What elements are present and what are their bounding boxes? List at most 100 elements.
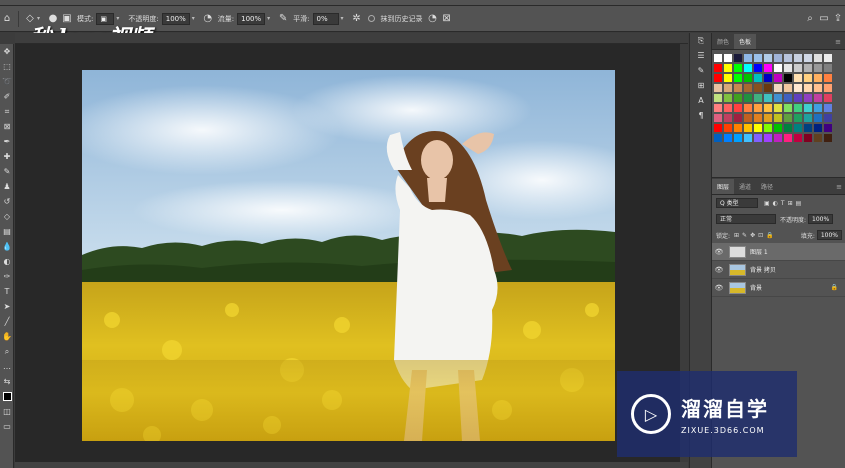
color-swatch[interactable]	[814, 54, 822, 62]
color-swatch[interactable]	[754, 124, 762, 132]
color-swatch[interactable]	[804, 134, 812, 142]
color-swatch[interactable]	[784, 94, 792, 102]
tab-channels[interactable]: 通道	[734, 179, 756, 194]
color-swatch[interactable]	[744, 84, 752, 92]
color-swatch[interactable]	[764, 124, 772, 132]
stamp-tool-icon[interactable]: ♟	[0, 179, 14, 194]
color-swatch[interactable]	[724, 64, 732, 72]
panel-menu-icon[interactable]: ≡	[831, 35, 845, 49]
color-swatch[interactable]	[714, 134, 722, 142]
color-swatch[interactable]	[804, 94, 812, 102]
history-panel-icon[interactable]: ⎘	[690, 33, 712, 48]
lock-icons[interactable]: ⊞✎✥⊡🔒	[734, 232, 777, 239]
chevron-down-icon[interactable]: ▾	[192, 15, 195, 22]
color-swatch[interactable]	[794, 114, 802, 122]
line-tool-icon[interactable]: ╱	[0, 314, 14, 329]
color-swatch[interactable]	[804, 104, 812, 112]
color-swatch[interactable]	[794, 134, 802, 142]
chevron-down-icon[interactable]: ▾	[341, 15, 344, 22]
color-swatch[interactable]	[734, 134, 742, 142]
color-swatch[interactable]	[744, 124, 752, 132]
fill-field[interactable]: 100%	[816, 230, 842, 240]
type-tool-icon[interactable]: T	[0, 284, 14, 299]
color-swatch[interactable]	[814, 84, 822, 92]
brush-panel-icon[interactable]: ✎	[690, 63, 712, 78]
color-swatch[interactable]	[824, 104, 832, 112]
color-swatch[interactable]	[764, 54, 772, 62]
color-swatch[interactable]	[734, 94, 742, 102]
color-swatch[interactable]	[774, 134, 782, 142]
color-swatch[interactable]	[814, 114, 822, 122]
color-swatch[interactable]	[744, 64, 752, 72]
flow-field[interactable]: 100%	[237, 12, 266, 25]
color-swatch[interactable]	[804, 74, 812, 82]
color-swatch[interactable]	[724, 84, 732, 92]
color-swatch[interactable]	[814, 104, 822, 112]
color-swatch[interactable]	[744, 134, 752, 142]
color-swatch[interactable]	[754, 74, 762, 82]
color-swatch[interactable]	[714, 54, 722, 62]
color-swatch[interactable]	[754, 54, 762, 62]
color-swatch[interactable]	[824, 74, 832, 82]
color-swatch[interactable]	[784, 84, 792, 92]
move-tool-icon[interactable]: ✥	[0, 44, 14, 59]
adjust-panel-icon[interactable]: ⊞	[690, 78, 712, 93]
color-swatch-icon[interactable]	[0, 389, 14, 404]
blend-mode-select[interactable]: 正常	[716, 214, 776, 224]
canvas-photo[interactable]	[82, 70, 615, 441]
pressure-size-icon[interactable]: ◔	[426, 12, 440, 26]
color-swatch[interactable]	[754, 84, 762, 92]
color-swatch[interactable]	[794, 64, 802, 72]
path-select-tool-icon[interactable]: ➤	[0, 299, 14, 314]
color-swatch[interactable]	[724, 134, 732, 142]
erase-to-history-checkbox[interactable]	[367, 15, 375, 22]
color-swatch[interactable]	[724, 54, 732, 62]
color-swatch[interactable]	[814, 64, 822, 72]
dodge-tool-icon[interactable]: ◐	[0, 254, 14, 269]
color-swatch[interactable]	[744, 54, 752, 62]
color-swatch[interactable]	[724, 94, 732, 102]
workspace-icon[interactable]: ▭	[817, 12, 831, 26]
color-swatch[interactable]	[804, 54, 812, 62]
color-swatch[interactable]	[824, 54, 832, 62]
color-swatch[interactable]	[814, 94, 822, 102]
layer-row[interactable]: 👁 背景 拷贝	[712, 261, 845, 279]
blur-tool-icon[interactable]: 💧	[0, 239, 14, 254]
color-swatch[interactable]	[724, 104, 732, 112]
color-swatch[interactable]	[794, 74, 802, 82]
color-swatch[interactable]	[714, 124, 722, 132]
eye-icon[interactable]: 👁	[712, 284, 726, 292]
healing-tool-icon[interactable]: ✚	[0, 149, 14, 164]
color-swatch[interactable]	[714, 84, 722, 92]
color-swatch[interactable]	[794, 84, 802, 92]
color-swatch[interactable]	[804, 124, 812, 132]
color-swatch[interactable]	[714, 104, 722, 112]
eye-icon[interactable]: 👁	[712, 266, 726, 274]
color-swatch[interactable]	[794, 54, 802, 62]
color-swatch[interactable]	[714, 94, 722, 102]
color-swatch[interactable]	[774, 94, 782, 102]
home-icon[interactable]: ⌂	[0, 12, 14, 26]
quick-mask-icon[interactable]: ◫	[0, 404, 14, 419]
color-swatch[interactable]	[744, 114, 752, 122]
layer-opacity-field[interactable]: 100%	[808, 214, 834, 224]
layer-row[interactable]: 👁 图层 1	[712, 243, 845, 261]
color-swatch[interactable]	[764, 134, 772, 142]
color-swatch[interactable]	[774, 74, 782, 82]
quick-select-tool-icon[interactable]: ✐	[0, 89, 14, 104]
color-swatch[interactable]	[734, 124, 742, 132]
paragraph-panel-icon[interactable]: ¶	[690, 108, 712, 123]
color-swatch[interactable]	[824, 114, 832, 122]
color-swatch[interactable]	[714, 114, 722, 122]
color-swatch[interactable]	[764, 114, 772, 122]
crop-tool-icon[interactable]: ⌗	[0, 104, 14, 119]
eyedropper-tool-icon[interactable]: ✒	[0, 134, 14, 149]
color-swatch[interactable]	[824, 94, 832, 102]
color-swatch[interactable]	[734, 114, 742, 122]
color-swatch[interactable]	[754, 64, 762, 72]
color-swatch[interactable]	[814, 124, 822, 132]
color-swatch[interactable]	[774, 114, 782, 122]
more-tools-icon[interactable]: …	[0, 359, 14, 374]
color-swatch[interactable]	[764, 104, 772, 112]
color-swatch[interactable]	[784, 104, 792, 112]
